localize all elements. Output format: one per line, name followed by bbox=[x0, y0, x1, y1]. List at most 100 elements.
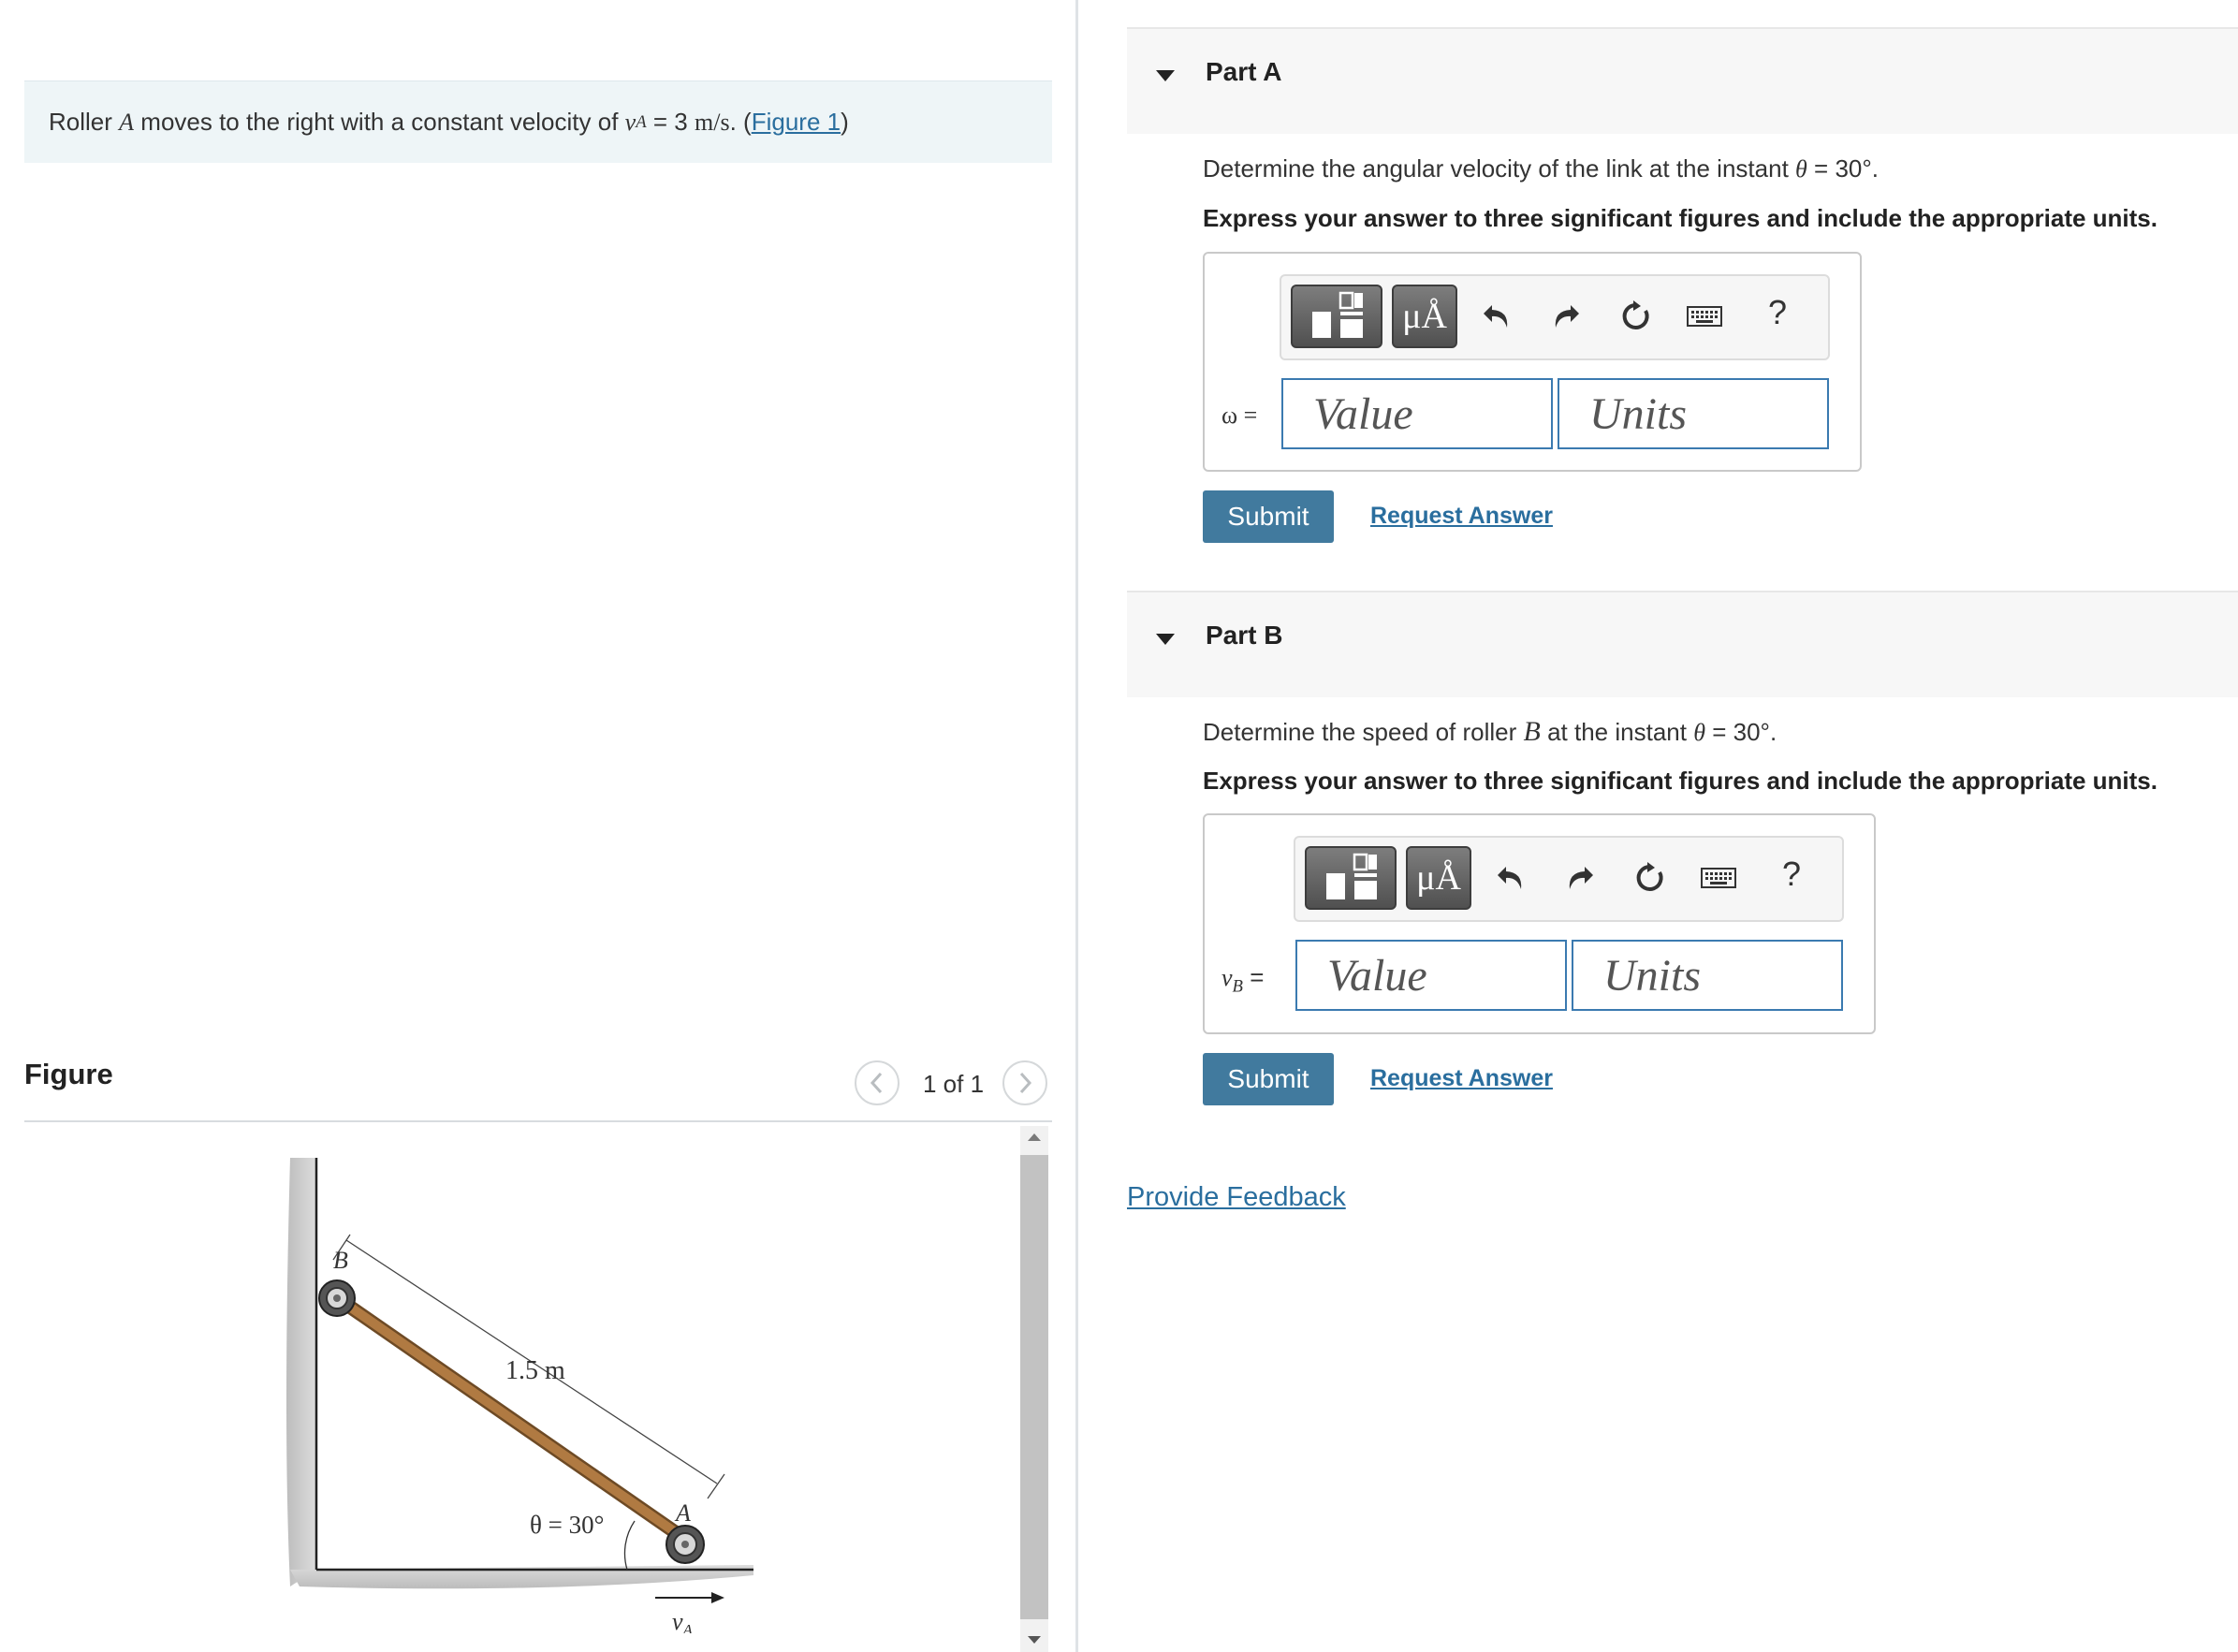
label-angle: θ = 30° bbox=[530, 1511, 604, 1539]
provide-feedback-link[interactable]: Provide Feedback bbox=[1127, 1182, 1346, 1213]
part-a-units-button[interactable]: μÅ bbox=[1392, 285, 1457, 348]
roller-a-symbol: A bbox=[119, 108, 135, 136]
part-a-instruction: Express your answer to three significant… bbox=[1203, 204, 2158, 232]
reset-icon bbox=[1622, 300, 1649, 329]
part-b-units-input[interactable] bbox=[1572, 940, 1843, 1011]
part-b-answer-label: vB = bbox=[1221, 963, 1264, 998]
velocity-symbol: v bbox=[624, 108, 636, 136]
part-a-toolbar: μÅ ? bbox=[1280, 274, 1830, 360]
label-length: 1.5 m bbox=[505, 1356, 565, 1385]
redo-icon bbox=[1569, 867, 1593, 889]
intro-equals: = bbox=[652, 108, 668, 136]
part-b-question-text: Determine the speed of roller bbox=[1203, 718, 1517, 746]
part-a-theta: θ bbox=[1795, 155, 1807, 183]
part-a-answer-box: μÅ ? ω = bbox=[1203, 252, 1862, 472]
part-a-help-button[interactable]: ? bbox=[1768, 293, 1787, 332]
units-icon: μÅ bbox=[1402, 297, 1447, 336]
intro-close-paren: ) bbox=[841, 108, 849, 136]
part-b-roller-symbol: B bbox=[1523, 716, 1541, 747]
figure-divider bbox=[24, 1120, 1052, 1122]
part-b-templates-button[interactable] bbox=[1305, 846, 1397, 910]
part-b-submit-button[interactable]: Submit bbox=[1203, 1053, 1334, 1105]
part-b-toolbar: μÅ ? bbox=[1294, 836, 1844, 922]
help-icon: ? bbox=[1782, 855, 1802, 893]
chevron-right-icon bbox=[1019, 1072, 1032, 1094]
keyboard-icon bbox=[1701, 868, 1736, 888]
part-b-question-middle: at the instant bbox=[1547, 718, 1687, 746]
part-b-theta: θ bbox=[1693, 719, 1705, 746]
intro-text-before: Roller bbox=[49, 108, 112, 136]
undo-icon bbox=[1484, 305, 1508, 328]
part-a-period: . bbox=[1871, 154, 1880, 183]
part-a-keyboard-button[interactable] bbox=[1686, 298, 1723, 335]
intro-text-middle: moves to the right with a constant veloc… bbox=[140, 108, 619, 136]
velocity-unit: m/s bbox=[695, 108, 730, 136]
part-a-answer-label: ω = bbox=[1221, 402, 1258, 429]
part-a-header[interactable]: Part A bbox=[1127, 27, 2238, 134]
part-b-period: . bbox=[1769, 718, 1777, 746]
part-b-help-button[interactable]: ? bbox=[1782, 855, 1801, 894]
redo-icon bbox=[1555, 305, 1579, 328]
intro-open-paren: ( bbox=[743, 108, 752, 136]
part-b-undo-button[interactable] bbox=[1492, 859, 1529, 897]
intro-period: . bbox=[729, 108, 737, 136]
part-a-reset-button[interactable] bbox=[1616, 298, 1654, 335]
templates-icon bbox=[1326, 853, 1377, 899]
link-diagram: B A 1.5 m θ = 30° vA bbox=[286, 1158, 753, 1633]
part-b-answer-subscript: B bbox=[1232, 976, 1243, 997]
label-point-a: A bbox=[674, 1499, 691, 1527]
part-a-request-answer-link[interactable]: Request Answer bbox=[1370, 503, 1553, 530]
keyboard-icon bbox=[1687, 306, 1722, 327]
part-b-redo-button[interactable] bbox=[1561, 859, 1599, 897]
part-a-units-input[interactable] bbox=[1558, 378, 1829, 449]
panel-divider bbox=[1075, 0, 1078, 1652]
part-a-undo-button[interactable] bbox=[1478, 298, 1515, 335]
velocity-subscript: A bbox=[636, 111, 647, 132]
caret-down-icon[interactable] bbox=[1155, 633, 1176, 646]
units-icon: μÅ bbox=[1416, 858, 1461, 898]
previous-figure-button[interactable] bbox=[855, 1060, 900, 1105]
figure-pager-count: 1 of 1 bbox=[923, 1070, 985, 1098]
part-b-answer-box: μÅ ? vB = bbox=[1203, 813, 1876, 1034]
roller-b bbox=[318, 1279, 356, 1317]
label-velocity-subscript: A bbox=[682, 1621, 694, 1633]
part-b-reset-button[interactable] bbox=[1631, 859, 1668, 897]
part-b-keyboard-button[interactable] bbox=[1700, 859, 1737, 897]
velocity-value: 3 bbox=[674, 108, 688, 136]
part-b-instruction: Express your answer to three significant… bbox=[1203, 767, 2158, 795]
part-b-header[interactable]: Part B bbox=[1127, 591, 2238, 697]
figure-title: Figure bbox=[24, 1058, 113, 1090]
part-a-question: Determine the angular velocity of the li… bbox=[1203, 154, 1879, 183]
part-b-request-answer-link[interactable]: Request Answer bbox=[1370, 1065, 1553, 1092]
next-figure-button[interactable] bbox=[1002, 1060, 1047, 1105]
angle-arc bbox=[623, 1520, 636, 1571]
part-b-answer-symbol: v bbox=[1221, 964, 1233, 991]
figure-scrollbar-thumb[interactable] bbox=[1020, 1155, 1048, 1619]
part-a-templates-button[interactable] bbox=[1291, 285, 1382, 348]
roller-a bbox=[666, 1525, 705, 1564]
part-a-redo-button[interactable] bbox=[1547, 298, 1585, 335]
help-icon: ? bbox=[1768, 293, 1788, 331]
part-a-title: Part A bbox=[1206, 57, 1282, 86]
part-b-angle: = 30° bbox=[1712, 718, 1770, 746]
part-b-units-button[interactable]: μÅ bbox=[1406, 846, 1471, 910]
label-point-b: B bbox=[333, 1247, 348, 1274]
figure-1-link[interactable]: Figure 1 bbox=[752, 108, 841, 137]
problem-statement: Roller A moves to the right with a const… bbox=[24, 80, 1052, 163]
part-b-question: Determine the speed of roller B at the i… bbox=[1203, 716, 1777, 748]
scroll-up-arrow-icon[interactable] bbox=[1026, 1132, 1043, 1143]
label-velocity-symbol: v bbox=[672, 1608, 683, 1633]
wall bbox=[286, 1158, 316, 1586]
caret-down-icon[interactable] bbox=[1155, 69, 1176, 82]
reset-icon bbox=[1636, 862, 1663, 891]
label-velocity: vA bbox=[672, 1608, 694, 1633]
part-b-value-input[interactable] bbox=[1295, 940, 1567, 1011]
undo-icon bbox=[1498, 867, 1522, 889]
templates-icon bbox=[1312, 291, 1363, 338]
scroll-down-arrow-icon[interactable] bbox=[1026, 1634, 1043, 1645]
chevron-left-icon bbox=[870, 1072, 883, 1094]
part-a-value-input[interactable] bbox=[1281, 378, 1553, 449]
part-a-submit-button[interactable]: Submit bbox=[1203, 490, 1334, 543]
part-b-answer-equals: = bbox=[1250, 963, 1265, 991]
part-a-question-text: Determine the angular velocity of the li… bbox=[1203, 154, 1789, 183]
